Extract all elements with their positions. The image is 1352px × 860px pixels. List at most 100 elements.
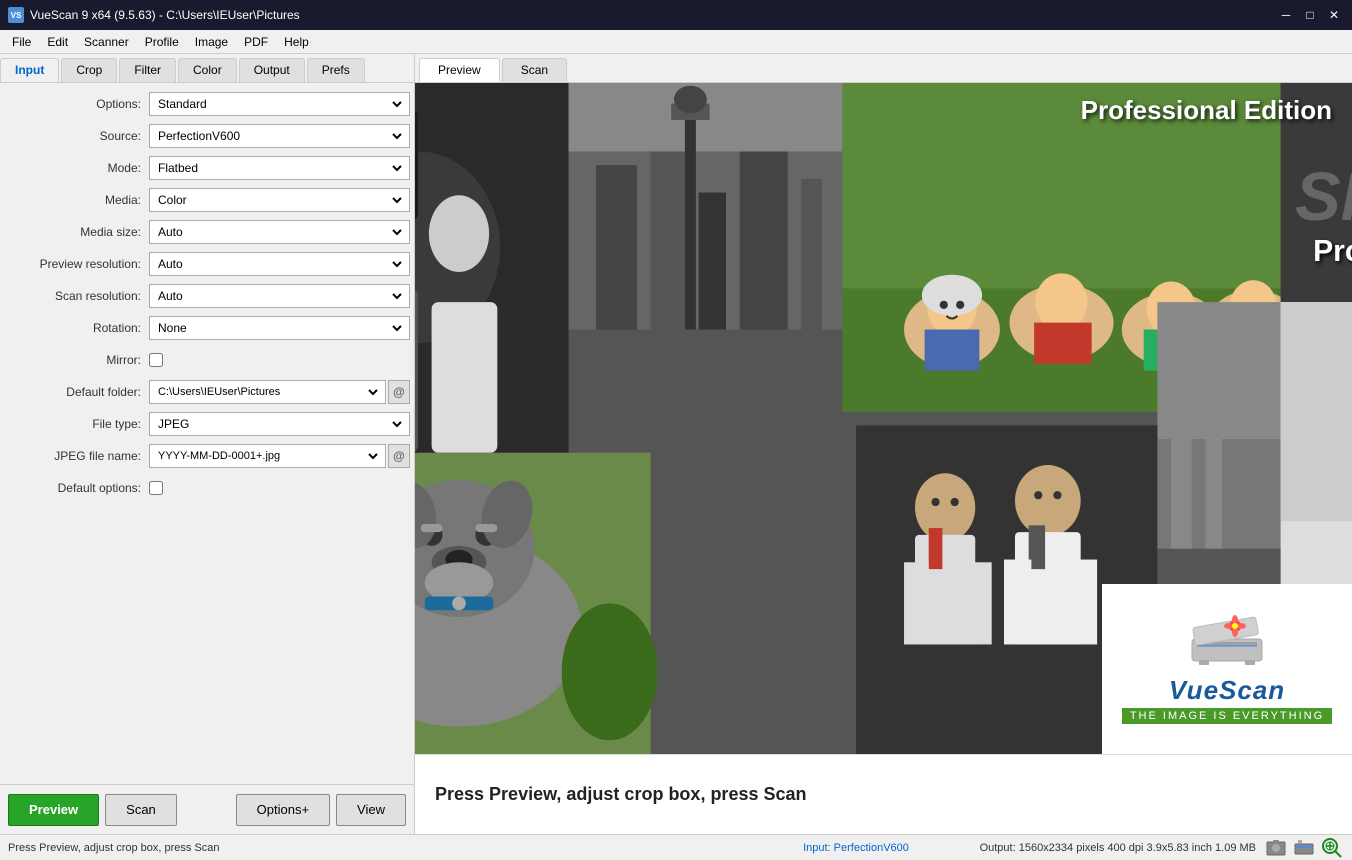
bottom-buttons: Preview Scan Options+ View — [0, 784, 414, 834]
menu-file[interactable]: File — [4, 33, 39, 51]
status-right-text: Output: 1560x2334 pixels 400 dpi 3.9x5.8… — [956, 842, 1256, 854]
right-panel: Preview Scan EF-S — [415, 54, 1352, 834]
mode-label: Mode: — [4, 161, 149, 175]
default-options-checkbox-wrapper — [149, 481, 163, 495]
mirror-label: Mirror: — [4, 353, 149, 367]
preview-resolution-dropdown[interactable]: Auto — [154, 253, 405, 275]
media-size-row: Media size: Auto — [4, 219, 410, 245]
mirror-row: Mirror: — [4, 347, 410, 373]
default-folder-row: Default folder: C:\Users\IEUser\Pictures… — [4, 379, 410, 405]
svg-text:SNAP: SNAP — [1295, 158, 1352, 235]
default-options-checkbox[interactable] — [149, 481, 163, 495]
default-folder-dropdown[interactable]: C:\Users\IEUser\Pictures — [154, 381, 381, 403]
jpeg-filename-at-button[interactable]: @ — [388, 444, 410, 468]
tab-filter[interactable]: Filter — [119, 58, 176, 82]
scan-button[interactable]: Scan — [105, 794, 177, 826]
mirror-checkbox[interactable] — [149, 353, 163, 367]
rotation-dropdown[interactable]: None — [154, 317, 405, 339]
menu-scanner[interactable]: Scanner — [76, 33, 137, 51]
tab-prefs[interactable]: Prefs — [307, 58, 365, 82]
status-photo-icon[interactable] — [1264, 837, 1288, 859]
mode-dropdown[interactable]: Flatbed — [154, 157, 405, 179]
left-tab-bar: Input Crop Filter Color Output Prefs — [0, 54, 414, 83]
preview-area[interactable]: EF-S — [415, 83, 1352, 754]
title-bar-left: VS VueScan 9 x64 (9.5.63) - C:\Users\IEU… — [8, 7, 300, 23]
preview-button[interactable]: Preview — [8, 794, 99, 826]
mode-select[interactable]: Flatbed — [149, 156, 410, 180]
file-type-dropdown[interactable]: JPEG — [154, 413, 405, 435]
preview-resolution-label: Preview resolution: — [4, 257, 149, 271]
menu-image[interactable]: Image — [187, 33, 236, 51]
file-type-label: File type: — [4, 417, 149, 431]
source-label: Source: — [4, 129, 149, 143]
tab-output[interactable]: Output — [239, 58, 305, 82]
media-size-dropdown[interactable]: Auto — [154, 221, 405, 243]
scan-resolution-select[interactable]: Auto — [149, 284, 410, 308]
options-dropdown[interactable]: Standard — [154, 93, 405, 115]
options-select[interactable]: Standard — [149, 92, 410, 116]
media-size-select[interactable]: Auto — [149, 220, 410, 244]
media-select[interactable]: Color — [149, 188, 410, 212]
file-type-select[interactable]: JPEG — [149, 412, 410, 436]
default-folder-label: Default folder: — [4, 385, 149, 399]
preview-tab-scan[interactable]: Scan — [502, 58, 567, 82]
file-type-row: File type: JPEG — [4, 411, 410, 437]
left-panel: Input Crop Filter Color Output Prefs Opt… — [0, 54, 415, 834]
main-container: Input Crop Filter Color Output Prefs Opt… — [0, 54, 1352, 834]
title-text: VueScan 9 x64 (9.5.63) - C:\Users\IEUser… — [30, 8, 300, 22]
jpeg-filename-wrapper: YYYY-MM-DD-0001+.jpg @ — [149, 444, 410, 468]
mode-row: Mode: Flatbed — [4, 155, 410, 181]
default-folder-at-button[interactable]: @ — [388, 380, 410, 404]
vuescan-tagline-text: THE IMAGE IS EVERYTHING — [1122, 708, 1332, 724]
menu-profile[interactable]: Profile — [137, 33, 187, 51]
default-options-row: Default options: — [4, 475, 410, 501]
source-select[interactable]: PerfectionV600 — [149, 124, 410, 148]
source-dropdown[interactable]: PerfectionV600 — [154, 125, 405, 147]
menu-bar: File Edit Scanner Profile Image PDF Help — [0, 30, 1352, 54]
view-button[interactable]: View — [336, 794, 406, 826]
jpeg-filename-label: JPEG file name: — [4, 449, 149, 463]
status-scan-icon[interactable] — [1292, 837, 1316, 859]
scan-resolution-label: Scan resolution: — [4, 289, 149, 303]
media-dropdown[interactable]: Color — [154, 189, 405, 211]
rotation-row: Rotation: None — [4, 315, 410, 341]
vuescan-brand-text: VueScan — [1169, 674, 1285, 706]
status-left-text: Press Preview, adjust crop box, press Sc… — [8, 842, 756, 854]
status-zoom-icon[interactable] — [1320, 837, 1344, 859]
menu-pdf[interactable]: PDF — [236, 33, 276, 51]
preview-tab-preview[interactable]: Preview — [419, 58, 500, 82]
press-preview-area: Press Preview, adjust crop box, press Sc… — [415, 754, 1352, 834]
rotation-select[interactable]: None — [149, 316, 410, 340]
default-folder-wrapper: C:\Users\IEUser\Pictures @ — [149, 380, 410, 404]
preview-resolution-select[interactable]: Auto — [149, 252, 410, 276]
tab-input[interactable]: Input — [0, 58, 59, 82]
title-bar: VS VueScan 9 x64 (9.5.63) - C:\Users\IEU… — [0, 0, 1352, 30]
title-bar-controls: ─ □ ✕ — [1276, 5, 1344, 25]
options-label: Options: — [4, 97, 149, 111]
maximize-button[interactable]: □ — [1300, 5, 1320, 25]
jpeg-filename-dropdown[interactable]: YYYY-MM-DD-0001+.jpg — [154, 445, 381, 467]
menu-edit[interactable]: Edit — [39, 33, 76, 51]
svg-text:Professional Edition: Professional Edition — [1313, 235, 1352, 268]
media-label: Media: — [4, 193, 149, 207]
menu-help[interactable]: Help — [276, 33, 317, 51]
media-size-label: Media size: — [4, 225, 149, 239]
options-plus-button[interactable]: Options+ — [236, 794, 330, 826]
jpeg-filename-row: JPEG file name: YYYY-MM-DD-0001+.jpg @ — [4, 443, 410, 469]
mirror-checkbox-wrapper — [149, 353, 163, 367]
status-middle-text: Input: PerfectionV600 — [756, 842, 956, 854]
professional-edition-text: Professional Edition — [1081, 95, 1332, 126]
tab-crop[interactable]: Crop — [61, 58, 117, 82]
media-row: Media: Color — [4, 187, 410, 213]
status-bar: Press Preview, adjust crop box, press Sc… — [0, 834, 1352, 860]
app-icon: VS — [8, 7, 24, 23]
preview-tab-bar: Preview Scan — [415, 54, 1352, 83]
form-area: Options: Standard Source: PerfectionV600 — [0, 83, 414, 784]
status-icons — [1264, 837, 1344, 859]
minimize-button[interactable]: ─ — [1276, 5, 1296, 25]
close-button[interactable]: ✕ — [1324, 5, 1344, 25]
scan-resolution-dropdown[interactable]: Auto — [154, 285, 405, 307]
default-folder-field[interactable]: C:\Users\IEUser\Pictures — [149, 380, 386, 404]
tab-color[interactable]: Color — [178, 58, 237, 82]
jpeg-filename-field[interactable]: YYYY-MM-DD-0001+.jpg — [149, 444, 386, 468]
